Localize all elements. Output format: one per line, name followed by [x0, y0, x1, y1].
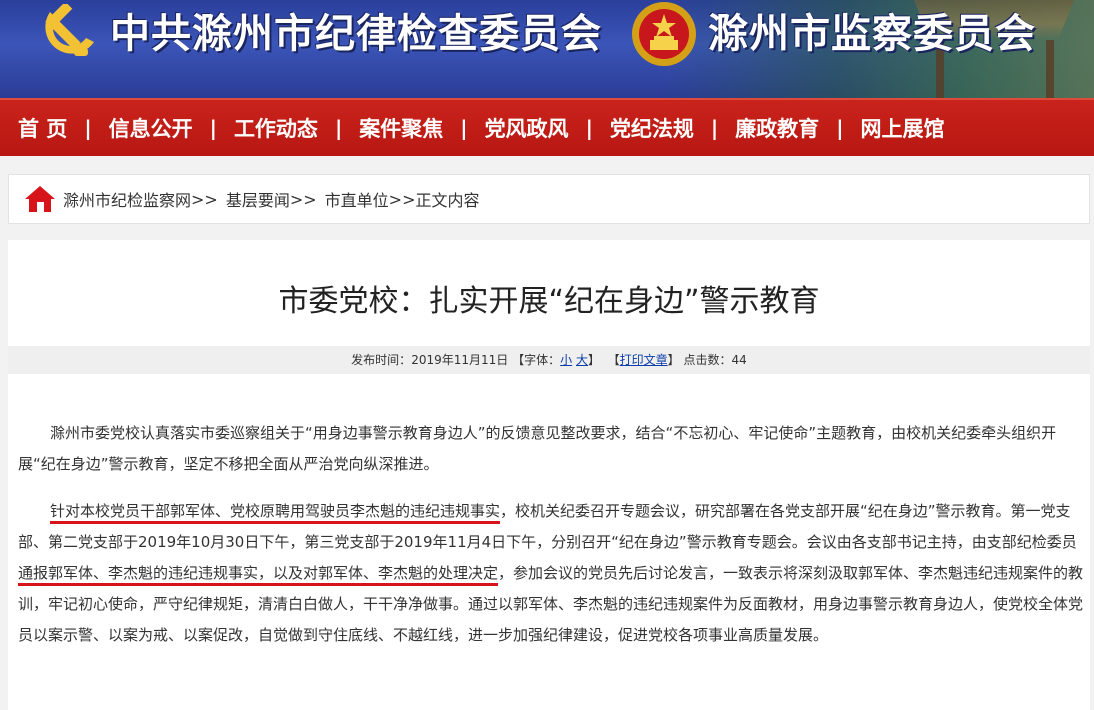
clicks-label: 点击数：: [683, 353, 732, 367]
article-paragraph: 针对本校党员干部郭军体、党校原聘用驾驶员李杰魁的违纪违规事实，校机关纪委召开专题…: [18, 496, 1084, 651]
site-banner: 中共滁州市纪律检查委员会 滁州市监察委员会: [0, 0, 1094, 98]
banner-title-supervision: 滁州市监察委员会: [708, 11, 1036, 57]
breadcrumb-item-grassroots-news[interactable]: 基层要闻: [226, 187, 290, 211]
nav-separator: |: [710, 116, 719, 140]
breadcrumb-separator: >>: [289, 189, 317, 209]
publish-label: 发布时间：: [351, 353, 412, 367]
article: 市委党校：扎实开展“纪在身边”警示教育 发布时间：2019年11月11日 【字体…: [8, 240, 1090, 710]
breadcrumb-item-site[interactable]: 滁州市纪检监察网: [63, 187, 191, 211]
home-icon[interactable]: [23, 184, 57, 214]
click-count: 44: [731, 353, 747, 367]
nav-separator: |: [84, 116, 92, 140]
publish-date: 2019年11月11日: [411, 353, 509, 367]
banner-title-commission: 中共滁州市纪律检查委员会: [110, 11, 602, 57]
breadcrumb-item-current: 正文内容: [415, 191, 480, 210]
breadcrumb-separator: >>: [388, 189, 416, 209]
article-meta-bar: 发布时间：2019年11月11日 【字体：小 大】 【打印文章】 点击数：44: [8, 346, 1090, 374]
font-size-label: 【字体：: [512, 353, 561, 367]
breadcrumb-separator: >>: [191, 189, 218, 209]
nav-item-work-news[interactable]: 工作动态: [234, 113, 318, 143]
nav-separator: |: [209, 116, 217, 140]
hammer-sickle-icon: [45, 4, 94, 56]
nav-item-party-style[interactable]: 党风政风: [485, 113, 569, 143]
nav-separator: |: [460, 116, 468, 140]
highlighted-text: 针对本校党员干部郭军体、党校原聘用驾驶员李杰魁的违纪违规事实: [50, 502, 501, 524]
article-body: 滁州市委党校认真落实市委巡察组关于“用身边事警示教育身边人”的反馈意见整改要求，…: [18, 418, 1084, 667]
nav-item-home[interactable]: 首 页: [18, 113, 67, 143]
nav-item-info-disclosure[interactable]: 信息公开: [109, 113, 193, 143]
pavilion-pillar: [1046, 40, 1054, 98]
font-size-close: 】: [587, 353, 600, 367]
print-open: 【: [607, 353, 620, 367]
font-large-link[interactable]: 大: [576, 353, 588, 367]
print-close: 】: [667, 353, 680, 367]
breadcrumb: 滁州市纪检监察网 >> 基层要闻 >> 市直单位 >> 正文内容: [8, 174, 1090, 224]
nav-separator: |: [585, 116, 593, 140]
nav-separator: |: [836, 116, 844, 140]
font-small-link[interactable]: 小: [560, 353, 572, 367]
breadcrumb-item-municipal-units[interactable]: 市直单位: [325, 187, 389, 211]
highlighted-text: 通报郭军体、李杰魁的违纪违规事实，以及对郭军体、李杰魁的处理决定: [18, 564, 499, 586]
print-article-link[interactable]: 打印文章: [620, 353, 668, 367]
nav-item-case-focus[interactable]: 案件聚焦: [359, 113, 443, 143]
nav-item-regulations[interactable]: 党纪法规: [610, 113, 694, 143]
main-nav: 首 页 | 信息公开 | 工作动态 | 案件聚焦 | 党风政风 | 党纪法规 | 廉政教育 |…: [0, 98, 1094, 156]
article-title: 市委党校：扎实开展“纪在身边”警示教育: [278, 284, 820, 319]
nav-item-integrity-education[interactable]: 廉政教育: [735, 113, 819, 143]
national-emblem-icon: [632, 2, 696, 66]
nav-separator: |: [334, 116, 343, 140]
nav-item-online-exhibition[interactable]: 网上展馆: [861, 113, 945, 143]
article-paragraph: 滁州市委党校认真落实市委巡察组关于“用身边事警示教育身边人”的反馈意见整改要求，…: [18, 424, 1057, 473]
